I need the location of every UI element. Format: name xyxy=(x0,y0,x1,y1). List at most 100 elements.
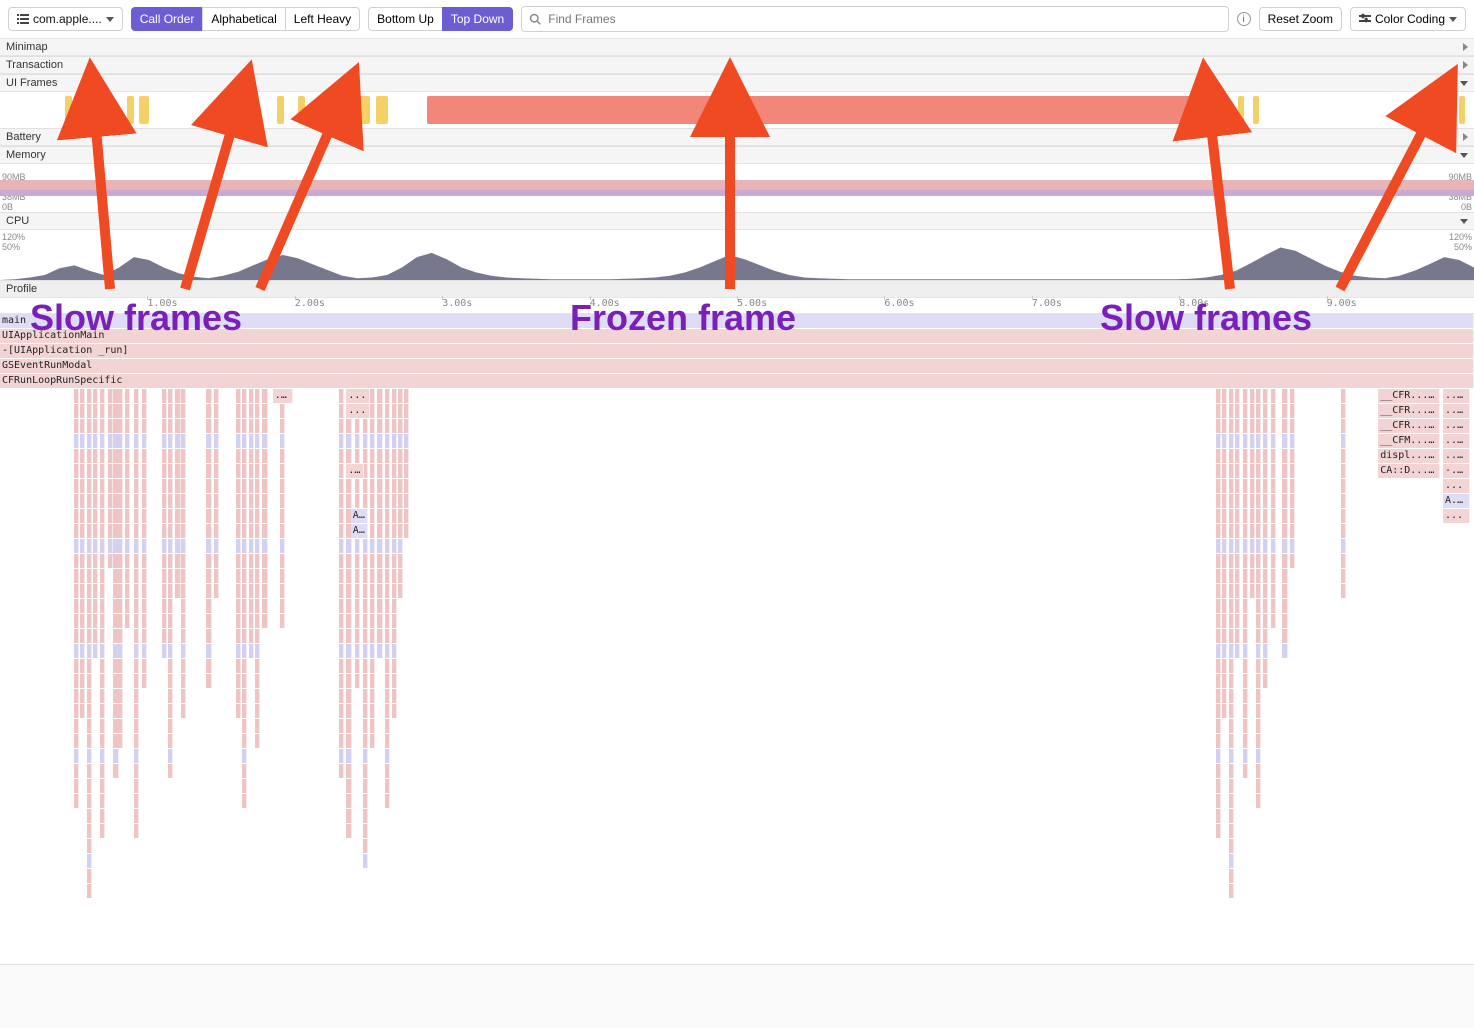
flame-frame[interactable] xyxy=(1256,749,1261,763)
flame-frame[interactable] xyxy=(206,389,211,403)
flame-frame[interactable] xyxy=(1229,869,1234,883)
flame-frame[interactable] xyxy=(370,599,375,613)
flame-frame[interactable] xyxy=(100,599,105,613)
flame-frame[interactable] xyxy=(1216,449,1221,463)
flame-frame[interactable] xyxy=(125,509,130,523)
flame-frame[interactable] xyxy=(346,704,351,718)
flame-frame[interactable] xyxy=(392,614,397,628)
flame-frame[interactable] xyxy=(206,479,211,493)
flame-frame[interactable] xyxy=(1229,764,1234,778)
flame-frame[interactable] xyxy=(355,659,360,673)
flame-frame[interactable] xyxy=(1290,434,1295,448)
flame-frame[interactable] xyxy=(1341,584,1346,598)
flame-frame[interactable] xyxy=(242,584,247,598)
flame-frame[interactable] xyxy=(346,614,351,628)
flame-frame[interactable]: __CFR...rce1 xyxy=(1378,404,1440,418)
flame-frame[interactable] xyxy=(377,419,382,433)
flame-frame[interactable] xyxy=(346,689,351,703)
flame-frame[interactable] xyxy=(339,524,344,538)
flame-frame[interactable] xyxy=(1216,704,1221,718)
flame-frame[interactable] xyxy=(74,704,79,718)
flame-frame[interactable] xyxy=(1243,764,1248,778)
flame-frame[interactable] xyxy=(74,614,79,628)
flame-frame[interactable] xyxy=(255,524,260,538)
flame-frame[interactable]: ... xyxy=(1443,479,1470,493)
flame-frame[interactable] xyxy=(1222,569,1227,583)
flame-frame[interactable] xyxy=(1256,719,1261,733)
flame-frame[interactable] xyxy=(168,644,173,658)
flame-frame[interactable] xyxy=(206,554,211,568)
flame-frame[interactable] xyxy=(346,734,351,748)
call-order-button[interactable]: Call Order xyxy=(131,7,204,31)
flame-frame[interactable] xyxy=(142,674,147,688)
flame-frame[interactable]: ..._ xyxy=(1443,434,1470,448)
flame-frame[interactable] xyxy=(162,599,167,613)
flame-frame[interactable] xyxy=(1250,539,1255,553)
flame-frame[interactable] xyxy=(1216,779,1221,793)
flame-frame[interactable] xyxy=(1229,389,1234,403)
flame-frame[interactable] xyxy=(404,389,409,403)
flame-frame[interactable] xyxy=(242,509,247,523)
flame-frame[interactable] xyxy=(181,404,186,418)
flame-frame[interactable]: A... xyxy=(351,509,369,523)
flame-frame[interactable] xyxy=(1243,659,1248,673)
flame-frame[interactable] xyxy=(346,479,351,493)
cpu-body[interactable]: 120% 50% 120% 50% xyxy=(0,230,1474,280)
flame-frame[interactable] xyxy=(181,584,186,598)
flame-frame[interactable] xyxy=(214,509,219,523)
flame-frame[interactable] xyxy=(87,704,92,718)
flame-frame[interactable] xyxy=(1256,539,1261,553)
flame-frame[interactable] xyxy=(339,419,344,433)
flame-frame[interactable] xyxy=(363,554,368,568)
flame-frame[interactable] xyxy=(1222,479,1227,493)
flame-frame[interactable] xyxy=(1222,509,1227,523)
flame-frame[interactable] xyxy=(262,494,267,508)
flame-frame[interactable] xyxy=(181,659,186,673)
flame-frame[interactable] xyxy=(339,749,344,763)
flame-frame[interactable] xyxy=(134,614,139,628)
search-input[interactable] xyxy=(521,6,1228,32)
flame-frame[interactable] xyxy=(1271,569,1276,583)
flame-frame[interactable] xyxy=(93,479,98,493)
flame-frame[interactable] xyxy=(93,524,98,538)
flame-frame[interactable] xyxy=(1341,524,1346,538)
flame-frame[interactable] xyxy=(377,404,382,418)
flame-frame[interactable] xyxy=(385,734,390,748)
flame-frame[interactable] xyxy=(1229,434,1234,448)
flame-frame[interactable] xyxy=(1271,464,1276,478)
flame-frame[interactable] xyxy=(1243,584,1248,598)
flame-frame[interactable] xyxy=(262,569,267,583)
flame-frame[interactable] xyxy=(100,509,105,523)
flame-frame[interactable] xyxy=(1256,599,1261,613)
flame-frame[interactable] xyxy=(363,584,368,598)
flame-frame[interactable] xyxy=(1341,539,1346,553)
flame-frame[interactable] xyxy=(93,584,98,598)
flame-frame[interactable] xyxy=(1243,419,1248,433)
flame-frame[interactable] xyxy=(168,584,173,598)
flame-frame[interactable] xyxy=(339,479,344,493)
flame-frame[interactable] xyxy=(87,419,92,433)
flame-frame[interactable] xyxy=(168,569,173,583)
flame-frame[interactable] xyxy=(162,539,167,553)
flame-frame[interactable] xyxy=(346,809,351,823)
flame-frame[interactable] xyxy=(175,539,180,553)
flame-frame[interactable] xyxy=(1216,824,1221,838)
flame-frame[interactable] xyxy=(1243,749,1248,763)
flame-frame[interactable] xyxy=(236,554,241,568)
flame-frame[interactable] xyxy=(214,419,219,433)
flame-frame[interactable] xyxy=(1341,404,1346,418)
flame-frame[interactable] xyxy=(100,764,105,778)
flame-frame[interactable] xyxy=(370,629,375,643)
flame-frame[interactable] xyxy=(1290,479,1295,493)
flame-frame[interactable] xyxy=(1271,449,1276,463)
flame-frame[interactable] xyxy=(87,854,92,868)
flame-frame[interactable] xyxy=(74,674,79,688)
flame-frame[interactable] xyxy=(385,719,390,733)
flame-frame[interactable] xyxy=(74,749,79,763)
flame-frame[interactable] xyxy=(108,419,113,433)
flame-frame[interactable] xyxy=(175,524,180,538)
flame-frame[interactable] xyxy=(1222,434,1227,448)
flame-frame[interactable] xyxy=(108,524,113,538)
flame-frame[interactable] xyxy=(87,434,92,448)
flame-frame[interactable] xyxy=(1263,464,1268,478)
